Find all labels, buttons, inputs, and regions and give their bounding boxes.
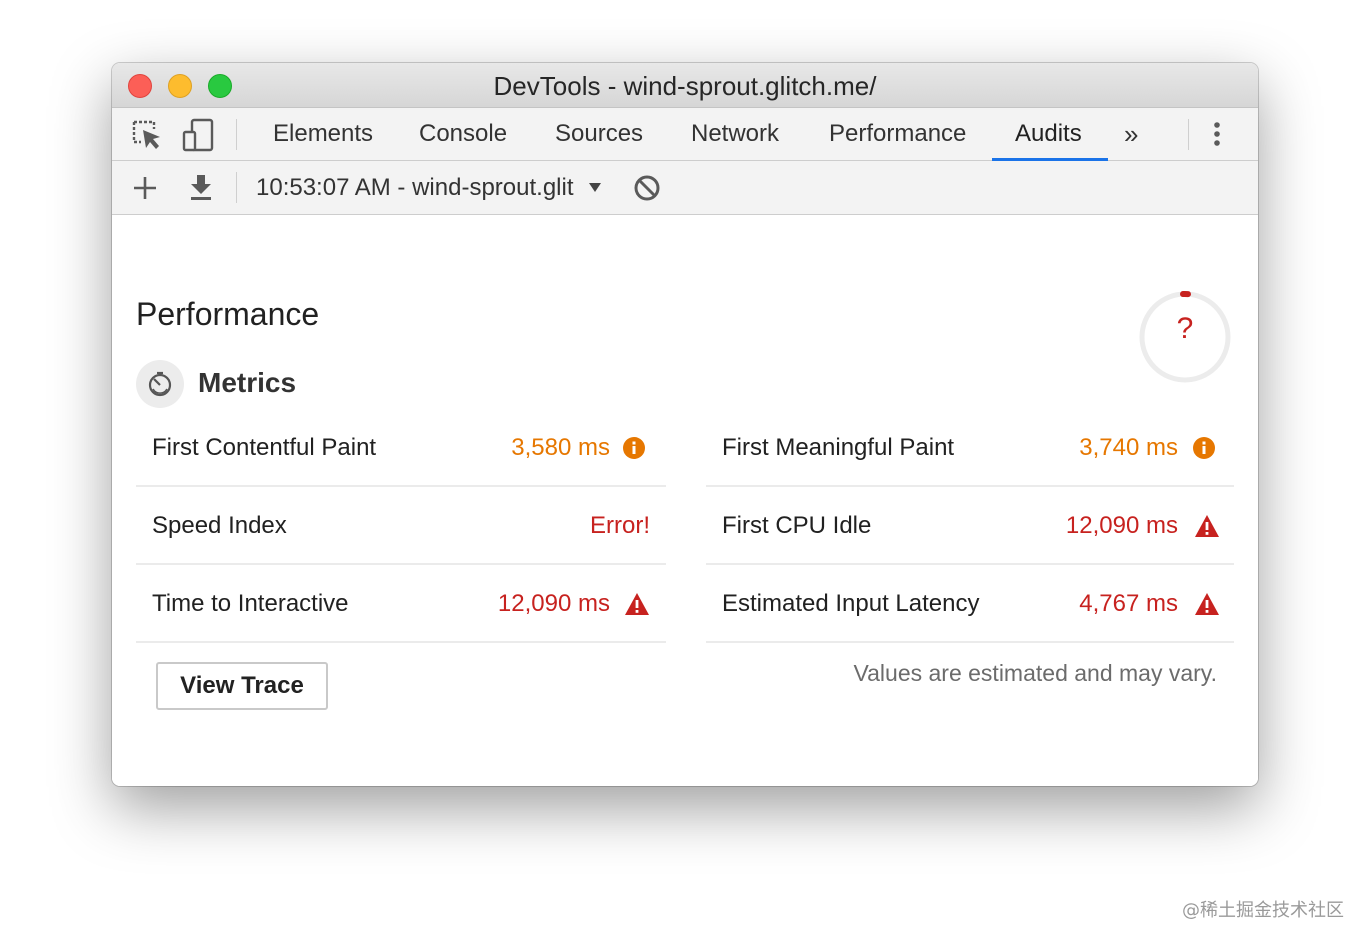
device-toolbar-icon[interactable]	[182, 118, 216, 152]
toolbar-divider	[236, 119, 237, 150]
view-trace-button[interactable]: View Trace	[156, 662, 328, 710]
metric-value: Error!	[590, 512, 650, 539]
warning-icon	[1194, 514, 1219, 538]
metric-value: 12,090 ms	[1065, 512, 1178, 539]
title-bar: DevTools - wind-sprout.glitch.me/	[112, 63, 1258, 108]
window-title: DevTools - wind-sprout.glitch.me/	[493, 71, 877, 101]
chevron-down-icon[interactable]	[588, 178, 602, 199]
toolbar-divider	[236, 172, 237, 203]
metric-row: First Contentful Paint 3,580 ms	[136, 409, 666, 487]
audit-report: Performance ? Metrics First Contentful P…	[112, 216, 1258, 786]
metric-row: First CPU Idle 12,090 ms	[706, 487, 1234, 565]
metric-label: First Meaningful Paint	[722, 434, 955, 461]
metric-row: Time to Interactive 12,090 ms	[136, 565, 666, 643]
metric-label: First Contentful Paint	[152, 434, 377, 461]
devtools-tab-bar: Elements Console Sources Network Perform…	[112, 108, 1258, 161]
metric-value: 3,740 ms	[1079, 434, 1178, 461]
metric-label: Time to Interactive	[152, 590, 349, 617]
toolbar-divider	[1188, 119, 1189, 150]
metric-row: Speed Index Error!	[136, 487, 666, 565]
metric-label: First CPU Idle	[722, 512, 872, 539]
metric-label: Estimated Input Latency	[722, 590, 980, 617]
metric-value: 4,767 ms	[1079, 590, 1178, 617]
watermark: @稀土掘金技术社区	[1182, 900, 1344, 921]
inspect-element-icon[interactable]	[130, 118, 164, 152]
report-selector[interactable]: 10:53:07 AM - wind-sprout.glit	[256, 161, 582, 215]
tab-audits[interactable]: Audits	[1015, 108, 1082, 161]
score-gauge: ?	[1138, 290, 1232, 384]
warning-icon	[624, 592, 649, 616]
metric-value: 3,580 ms	[511, 434, 610, 461]
more-tabs-icon[interactable]: »	[1124, 108, 1138, 161]
metrics-disclaimer: Values are estimated and may vary.	[853, 660, 1218, 686]
tab-sources[interactable]: Sources	[555, 108, 643, 161]
metrics-heading: Metrics	[198, 367, 297, 398]
metric-row: First Meaningful Paint 3,740 ms	[706, 409, 1234, 487]
score-value: ?	[1176, 312, 1194, 345]
warning-icon	[1194, 592, 1219, 616]
metrics-icon	[136, 360, 184, 408]
customize-menu-icon[interactable]	[1210, 118, 1224, 152]
clear-all-icon[interactable]	[632, 173, 662, 203]
metric-row: Estimated Input Latency 4,767 ms	[706, 565, 1234, 643]
tab-performance[interactable]: Performance	[829, 108, 966, 161]
metric-value: 12,090 ms	[497, 590, 610, 617]
audits-toolbar: 10:53:07 AM - wind-sprout.glit	[112, 161, 1258, 215]
devtools-window: DevTools - wind-sprout.glitch.me/ Elemen…	[112, 63, 1258, 786]
tab-elements[interactable]: Elements	[273, 108, 373, 161]
download-report-icon[interactable]	[186, 173, 216, 203]
new-audit-icon[interactable]	[130, 173, 160, 203]
tab-network[interactable]: Network	[691, 108, 779, 161]
info-icon	[1192, 436, 1216, 460]
category-title: Performance	[136, 296, 320, 332]
metric-label: Speed Index	[152, 512, 287, 539]
tab-console[interactable]: Console	[419, 108, 507, 161]
info-icon	[622, 436, 646, 460]
